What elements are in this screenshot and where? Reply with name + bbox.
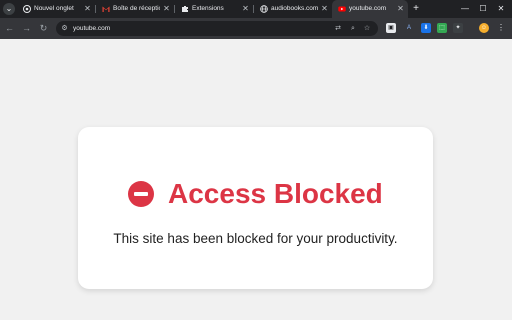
tab-label: Extensions — [192, 5, 224, 12]
new-tab-button[interactable]: + — [410, 1, 422, 17]
forward-icon[interactable]: → — [20, 22, 33, 35]
close-tab-icon[interactable]: ✕ — [162, 0, 171, 18]
address-bar[interactable]: ⚙ youtube.com ⇄ ⌕ ☆ — [56, 21, 378, 36]
extension-icon[interactable]: ⬚ — [437, 23, 447, 33]
tab-boite-de-reception[interactable]: Boîte de réception ✕ — [96, 0, 175, 18]
gmail-icon — [102, 6, 110, 12]
maximize-icon[interactable]: ☐ — [474, 0, 492, 18]
back-icon[interactable]: ← — [3, 22, 16, 35]
profile-avatar[interactable]: ☺ — [479, 23, 489, 33]
close-tab-icon[interactable]: ✕ — [241, 0, 250, 18]
youtube-icon — [338, 6, 346, 12]
site-info-icon[interactable]: ⚙ — [60, 24, 69, 33]
tab-youtube[interactable]: youtube.com ✕ — [332, 0, 408, 18]
url-text[interactable]: youtube.com — [73, 21, 110, 36]
close-tab-icon[interactable]: ✕ — [83, 0, 92, 18]
blocked-card: Access Blocked This site has been blocke… — [78, 127, 433, 289]
close-tab-icon[interactable]: ✕ — [396, 0, 405, 18]
tab-extensions[interactable]: Extensions ✕ — [175, 0, 254, 18]
chrome-icon — [23, 5, 31, 13]
translate-icon[interactable]: ⇄ — [333, 24, 343, 33]
tab-label: audiobooks.com — [271, 5, 318, 12]
extension-icon[interactable]: ▣ — [386, 23, 396, 33]
close-window-icon[interactable]: ✕ — [492, 0, 510, 18]
globe-icon — [260, 5, 268, 13]
reload-icon[interactable]: ↻ — [37, 22, 50, 35]
blocked-message: This site has been blocked for your prod… — [113, 231, 398, 246]
tab-label: youtube.com — [349, 5, 387, 12]
close-tab-icon[interactable]: ✕ — [320, 0, 329, 18]
tab-audiobooks[interactable]: audiobooks.com ✕ — [254, 0, 332, 18]
page-content: Access Blocked This site has been blocke… — [0, 39, 512, 320]
bookmark-star-icon[interactable]: ☆ — [362, 24, 372, 33]
tab-label: Boîte de réception — [113, 5, 160, 12]
more-menu-icon[interactable]: ⋮ — [496, 23, 506, 33]
extensions-puzzle-icon[interactable]: ✦ — [453, 23, 463, 33]
tab-strip: ⌄ Nouvel onglet ✕ Boîte de réception ✕ E… — [0, 0, 512, 18]
puzzle-icon — [182, 6, 188, 12]
extension-icon[interactable]: A — [404, 23, 414, 33]
download-extension-icon[interactable]: ⬇ — [421, 23, 431, 33]
headline: Access Blocked — [128, 176, 383, 212]
toolbar: ← → ↻ ⚙ youtube.com ⇄ ⌕ ☆ ▣ A ⬇ ⬚ ✦ ☺ ⋮ — [0, 18, 512, 39]
zoom-icon[interactable]: ⌕ — [348, 24, 358, 33]
no-entry-icon — [128, 181, 154, 207]
minimize-icon[interactable]: — — [456, 0, 474, 18]
browser-window: ⌄ Nouvel onglet ✕ Boîte de réception ✕ E… — [0, 0, 512, 320]
tab-search-icon[interactable]: ⌄ — [3, 3, 15, 15]
tab-label: Nouvel onglet — [34, 5, 74, 12]
tab-nouvel-onglet[interactable]: Nouvel onglet ✕ — [17, 0, 96, 18]
page-title: Access Blocked — [168, 178, 383, 209]
